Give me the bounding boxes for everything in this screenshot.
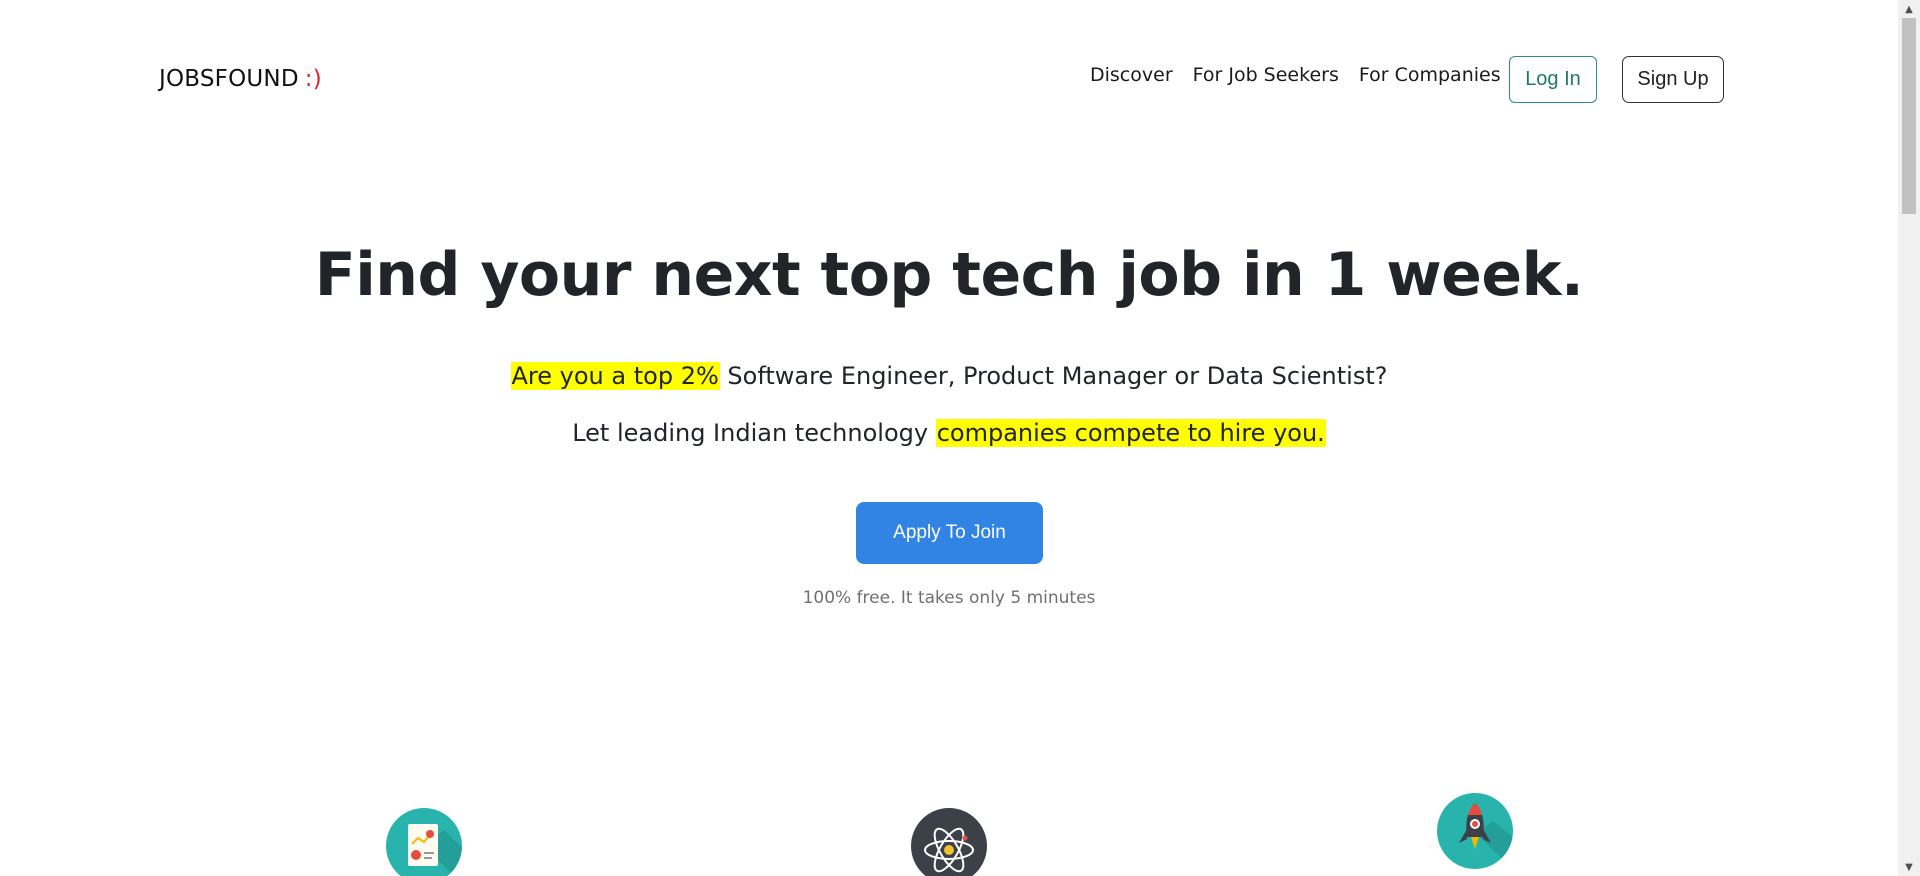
scrollbar-thumb[interactable] [1902,18,1916,214]
hero-title: Find your next top tech job in 1 week. [314,240,1584,310]
login-button[interactable]: Log In [1509,56,1597,103]
logo-text: JOBSFOUND [159,66,299,92]
hero-subtitle-line-1-rest: Software Engineer, Product Manager or Da… [719,362,1388,390]
vertical-scrollbar[interactable]: ▲ ▼ [1898,0,1920,876]
landing-page: JOBSFOUND:) Discover For Job Seekers For… [0,0,1898,876]
atom-icon [911,808,987,876]
nav-link-companies[interactable]: For Companies [1359,64,1501,86]
hero-subtitle-line-2-start: Let leading Indian technology [572,419,936,447]
nav-link-job-seekers[interactable]: For Job Seekers [1193,64,1339,86]
highlight-companies-compete: companies compete to hire you. [935,419,1326,447]
signup-button[interactable]: Sign Up [1622,56,1724,103]
hero-subtitle-line-2: Let leading Indian technology companies … [0,419,1898,447]
brand-logo[interactable]: JOBSFOUND:) [159,66,322,92]
apply-to-join-button[interactable]: Apply To Join [856,502,1043,564]
nav-link-discover[interactable]: Discover [1090,64,1173,86]
cta-note: 100% free. It takes only 5 minutes [802,588,1096,608]
hero-subtitle-line-1: Are you a top 2% Software Engineer, Prod… [0,362,1898,390]
scroll-up-arrow-icon[interactable]: ▲ [1898,0,1920,18]
main-nav: Discover For Job Seekers For Companies [1090,64,1501,86]
report-chart-icon [386,808,462,876]
highlight-top-percent: Are you a top 2% [510,362,720,390]
rocket-icon [1437,793,1513,869]
scroll-down-arrow-icon[interactable]: ▼ [1898,858,1920,876]
logo-smile: :) [304,66,322,92]
